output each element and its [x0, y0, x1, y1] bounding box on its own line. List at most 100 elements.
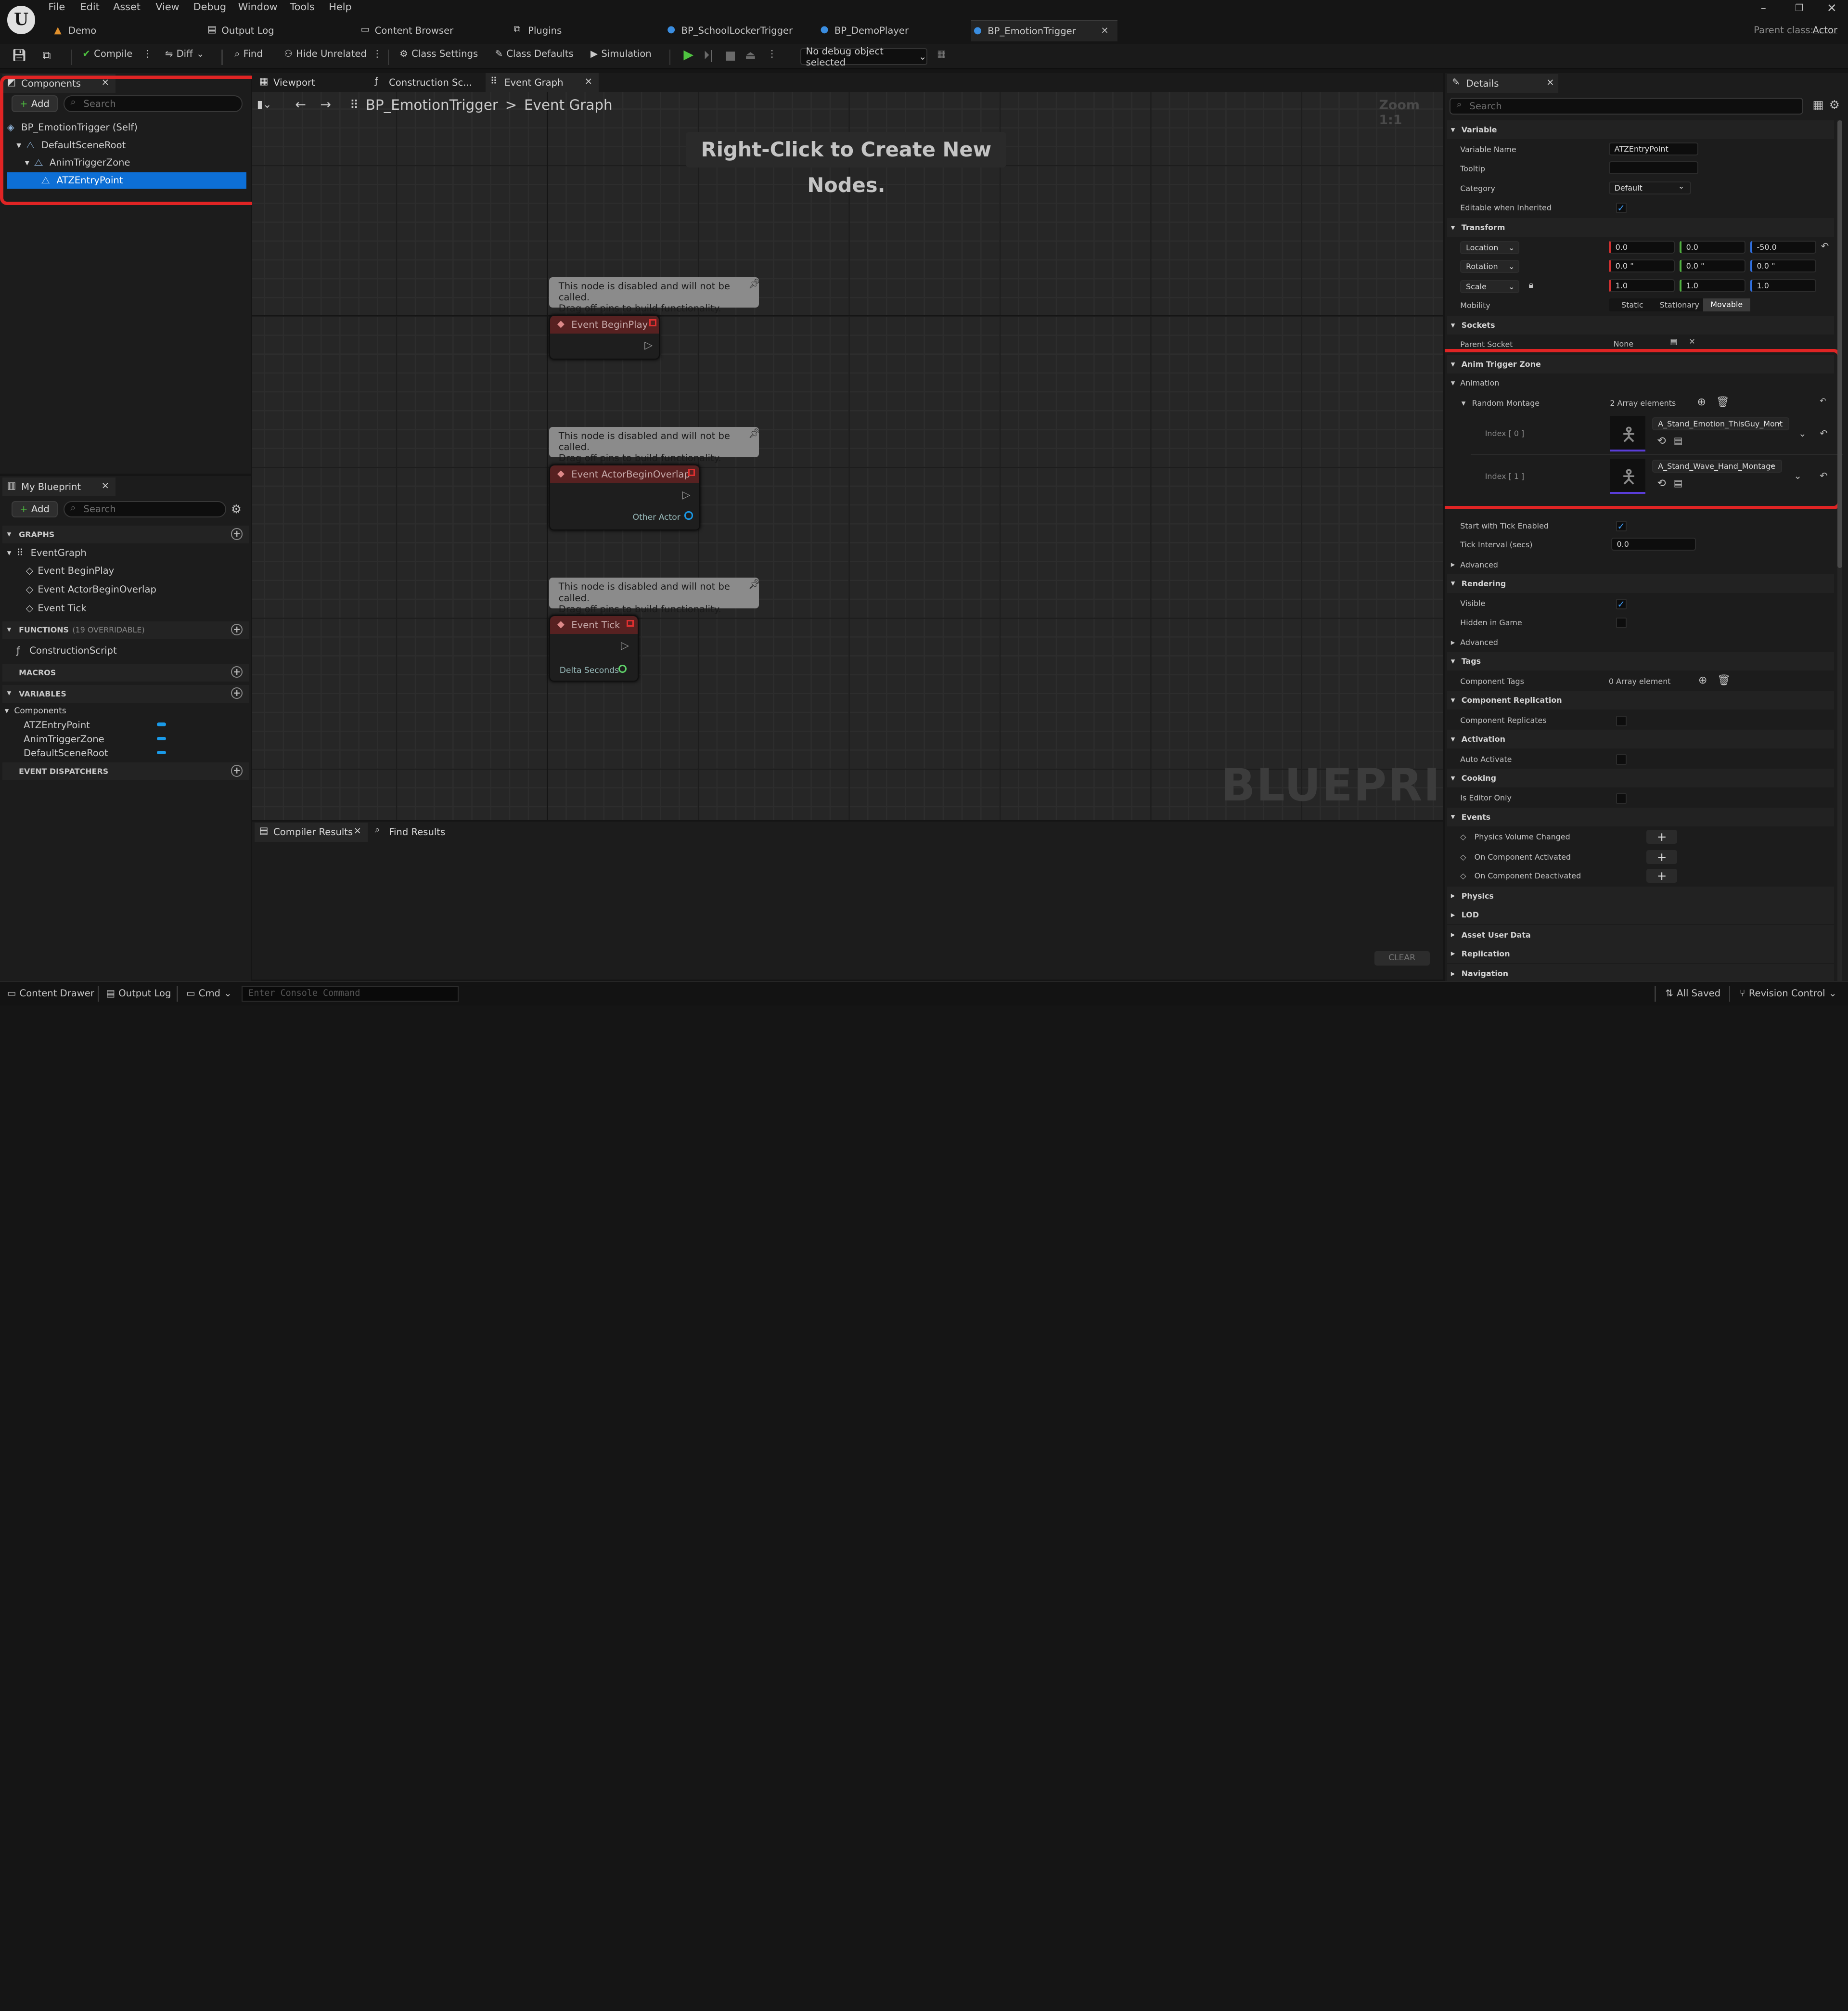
- navigation-section-header[interactable]: ▸ Navigation: [1447, 964, 1834, 981]
- tick-interval-input[interactable]: 0.0: [1611, 537, 1696, 551]
- clear-socket-icon[interactable]: ✕: [1689, 337, 1695, 346]
- delegate-pin-icon[interactable]: [627, 619, 634, 627]
- macros-section-header[interactable]: MACROS +: [2, 663, 249, 682]
- menu-tools[interactable]: Tools: [290, 1, 314, 13]
- auto-activate-checkbox[interactable]: [1616, 754, 1627, 765]
- category-dropdown[interactable]: Default ⌄: [1608, 181, 1692, 195]
- event-graph-tab[interactable]: ⠿ Event Graph ×: [485, 73, 599, 92]
- events-section-header[interactable]: ▾ Events: [1447, 807, 1834, 826]
- content-drawer-button[interactable]: ▭ Content Drawer: [7, 988, 94, 999]
- console-input[interactable]: Enter Console Command: [242, 986, 459, 1002]
- replication-section-header[interactable]: ▸ Replication: [1447, 944, 1834, 963]
- play-options-icon[interactable]: ⋮: [767, 48, 777, 59]
- mobility-static-option[interactable]: Static: [1609, 300, 1656, 309]
- scale-dropdown[interactable]: Scale ⌄: [1460, 280, 1519, 293]
- pin-icon[interactable]: 📌︎: [748, 278, 760, 289]
- save-icon[interactable]: 💾︎: [12, 48, 26, 62]
- simulation-button[interactable]: ▶ Simulation: [590, 48, 652, 59]
- add-variable-icon[interactable]: +: [231, 687, 243, 699]
- browse-socket-icon[interactable]: ▤: [1670, 337, 1677, 346]
- details-scrollbar[interactable]: [1837, 120, 1842, 981]
- reset-arrow-icon[interactable]: ↶: [1821, 241, 1829, 252]
- find-results-tab[interactable]: ⌕ Find Results: [370, 823, 464, 842]
- scale-z-input[interactable]: 1.0: [1750, 279, 1816, 293]
- add-function-icon[interactable]: +: [231, 623, 243, 635]
- lock-icon[interactable]: 🔒︎: [1528, 279, 1533, 290]
- doc-tab-demo[interactable]: ▲ Demo: [52, 20, 193, 41]
- asset-user-data-section-header[interactable]: ▸ Asset User Data: [1447, 925, 1834, 944]
- pin-icon[interactable]: 📌︎: [748, 428, 760, 439]
- rotation-dropdown[interactable]: Rotation ⌄: [1460, 259, 1519, 273]
- variable-name-input[interactable]: ATZEntryPoint: [1608, 142, 1698, 156]
- object-pin-icon[interactable]: [684, 511, 693, 520]
- doc-tab-content-browser[interactable]: ▭ Content Browser: [358, 20, 500, 41]
- construction-script-tab[interactable]: ƒ Construction Sc...: [370, 73, 484, 92]
- doc-tab-plugins[interactable]: ⧉ Plugins: [512, 20, 653, 41]
- menu-debug[interactable]: Debug: [193, 1, 226, 13]
- diff-button[interactable]: ⇋ Diff ⌄: [165, 48, 205, 59]
- stop-icon[interactable]: ■: [725, 48, 736, 62]
- details-tab[interactable]: ✎ Details ×: [1447, 74, 1558, 93]
- visible-checkbox[interactable]: [1616, 599, 1627, 610]
- restore-icon[interactable]: ❐: [1795, 2, 1804, 13]
- disabled-comment-bubble[interactable]: This node is disabled and will not be ca…: [549, 426, 760, 464]
- node-event-tick[interactable]: Event Tick ◆ ▷ Delta Seconds: [549, 615, 639, 682]
- close-tab-icon[interactable]: ×: [585, 76, 592, 87]
- breadcrumb-graph[interactable]: Event Graph: [524, 97, 613, 113]
- event-tick-item[interactable]: ◇ Event Tick: [26, 600, 87, 617]
- activation-section-header[interactable]: ▾ Activation: [1447, 729, 1834, 749]
- variables-section-header[interactable]: ▾ VARIABLES +: [2, 684, 249, 703]
- location-y-input[interactable]: 0.0: [1679, 240, 1745, 254]
- add-element-icon[interactable]: ⊕: [1698, 674, 1707, 686]
- menu-file[interactable]: File: [48, 1, 65, 13]
- bookmark-icon[interactable]: ▮⌄: [257, 99, 272, 111]
- rotation-y-input[interactable]: 0.0 °: [1679, 259, 1745, 272]
- menu-asset[interactable]: Asset: [113, 1, 141, 13]
- browse-icon[interactable]: ⧉: [42, 48, 51, 62]
- graphs-section-header[interactable]: ▾ GRAPHS +: [2, 526, 249, 543]
- hide-unrelated-button[interactable]: ⚇ Hide Unrelated: [284, 48, 367, 59]
- menu-window[interactable]: Window: [238, 1, 278, 13]
- rotation-x-input[interactable]: 0.0 °: [1608, 259, 1675, 272]
- location-z-input[interactable]: -50.0: [1750, 240, 1816, 254]
- scale-x-input[interactable]: 1.0: [1608, 279, 1675, 293]
- menu-view[interactable]: View: [155, 1, 179, 13]
- output-log-button[interactable]: ▤ Output Log: [106, 988, 171, 999]
- find-button[interactable]: ⌕ Find: [234, 48, 262, 59]
- play-icon[interactable]: ▶: [683, 47, 693, 62]
- editable-inherited-checkbox[interactable]: [1616, 203, 1627, 214]
- back-arrow-icon[interactable]: ←: [295, 97, 306, 112]
- variable-section-header[interactable]: ▾ Variable: [1447, 120, 1834, 139]
- add-member-button[interactable]: + Add: [12, 501, 58, 518]
- menu-edit[interactable]: Edit: [80, 1, 100, 13]
- revision-control-button[interactable]: ⑂ Revision Control ⌄: [1740, 988, 1837, 999]
- doc-tab-school-locker-trigger[interactable]: ● BP_SchoolLockerTrigger: [665, 20, 806, 41]
- rotation-z-input[interactable]: 0.0 °: [1750, 259, 1816, 272]
- step-icon[interactable]: ⏵|: [704, 48, 713, 62]
- tags-section-header[interactable]: ▾ Tags: [1447, 652, 1834, 671]
- add-event-button[interactable]: +: [1646, 868, 1677, 883]
- event-graph-item[interactable]: ▾ ⠿ EventGraph: [7, 544, 87, 561]
- class-settings-button[interactable]: ⚙ Class Settings: [399, 48, 478, 59]
- add-macro-icon[interactable]: +: [231, 666, 243, 678]
- location-x-input[interactable]: 0.0: [1608, 240, 1675, 254]
- scale-y-input[interactable]: 1.0: [1679, 279, 1745, 293]
- compile-button[interactable]: ✔ Compile: [82, 48, 132, 59]
- close-window-icon[interactable]: ✕: [1827, 1, 1837, 15]
- my-blueprint-tab[interactable]: ▥ My Blueprint ×: [2, 477, 116, 496]
- all-saved-status[interactable]: ⇅ All Saved: [1665, 988, 1720, 999]
- tooltip-input[interactable]: [1608, 161, 1698, 175]
- dispatchers-section-header[interactable]: EVENT DISPATCHERS +: [2, 762, 249, 781]
- grid-view-icon[interactable]: ▦: [1813, 98, 1824, 112]
- menu-help[interactable]: Help: [329, 1, 351, 13]
- editor-only-checkbox[interactable]: [1616, 793, 1627, 804]
- eject-icon[interactable]: ⏏: [745, 48, 756, 62]
- doc-tab-output-log[interactable]: ▤ Output Log: [205, 20, 346, 41]
- event-graph-canvas[interactable]: ▮⌄ ← → ⠿ BP_EmotionTrigger > Event Graph…: [252, 92, 1443, 821]
- advanced-row-1[interactable]: ▸ Advanced: [1447, 555, 1834, 574]
- exec-out-pin-icon[interactable]: ▷: [682, 489, 691, 501]
- transform-section-header[interactable]: ▾ Transform: [1447, 218, 1834, 237]
- settings-gear-icon[interactable]: ⚙: [1829, 98, 1840, 112]
- sockets-section-header[interactable]: ▾ Sockets: [1447, 316, 1834, 335]
- cmd-dropdown[interactable]: ▭ Cmd ⌄: [186, 988, 232, 999]
